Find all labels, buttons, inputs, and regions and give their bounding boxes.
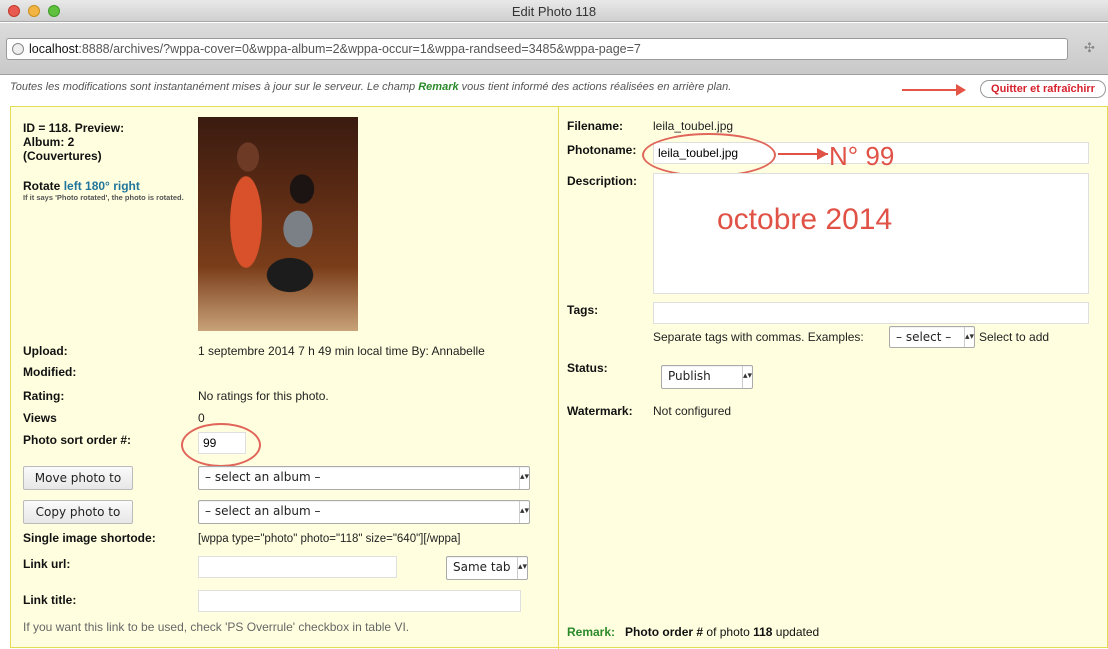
rotate-label: Rotate: [23, 179, 61, 193]
tags-examples-select-value: – select –: [896, 330, 952, 344]
watermark-label: Watermark:: [567, 404, 633, 418]
quit-and-refresh-button[interactable]: Quitter et rafraîchirr: [980, 80, 1106, 98]
notice-remark-highlight: Remark: [418, 81, 459, 93]
url-host: localhost: [29, 42, 79, 56]
rotate-180-link[interactable]: 180°: [85, 179, 110, 193]
filename-value: leila_toubel.jpg: [653, 119, 734, 133]
url-path: :8888/archives/?wppa-cover=0&wppa-album=…: [78, 42, 641, 56]
upload-value: 1 septembre 2014 7 h 49 min local time B…: [198, 344, 485, 358]
chevron-down-icon: ▴▾: [742, 366, 752, 388]
rotate-row: Rotate left 180° right: [23, 179, 140, 193]
rating-value: No ratings for this photo.: [198, 389, 329, 403]
annotation-arrow-head: [817, 148, 828, 160]
browser-toolbar: localhost:8888/archives/?wppa-cover=0&wp…: [0, 23, 1108, 75]
link-url-input[interactable]: [198, 556, 397, 578]
rating-label: Rating:: [23, 389, 65, 403]
description-label: Description:: [567, 174, 638, 188]
link-overrule-note: If you want this link to be used, check …: [23, 620, 410, 634]
tags-examples-select[interactable]: – select – ▴▾: [889, 326, 975, 348]
window-title: Edit Photo 118: [511, 4, 597, 19]
status-label: Status:: [567, 361, 608, 375]
chevron-down-icon: ▴▾: [964, 327, 974, 347]
address-bar[interactable]: localhost:8888/archives/?wppa-cover=0&wp…: [6, 38, 1068, 60]
notice-text-before: Toutes les modifications sont instantané…: [10, 81, 419, 93]
move-photo-button[interactable]: Move photo to: [23, 466, 133, 490]
remark-photo-number: 118: [753, 625, 773, 639]
tags-hint: Separate tags with commas. Examples:: [653, 330, 864, 344]
tags-select-hint: Select to add: [979, 330, 1050, 344]
annotation-arrow-head: [956, 84, 966, 96]
rotate-note: If it says 'Photo rotated', the photo is…: [23, 193, 184, 202]
annotation-number: N° 99: [829, 141, 895, 171]
notice-text-after: vous tient informé des actions réalisées…: [458, 81, 732, 93]
copy-album-select-value: – select an album –: [205, 504, 321, 518]
link-target-value: Same tab: [453, 560, 511, 574]
remark-end-text: updated: [772, 625, 820, 639]
album-label: Album: 2: [23, 135, 75, 149]
chevron-down-icon: ▴▾: [517, 557, 527, 579]
watermark-value: Not configured: [653, 404, 732, 418]
remark-mid-text: of photo: [703, 625, 754, 639]
chevron-down-icon: ▴▾: [519, 467, 529, 489]
rotate-right-link[interactable]: right: [113, 179, 140, 193]
photo-id-label: ID = 118. Preview:: [23, 121, 125, 135]
link-url-label: Link url:: [23, 557, 71, 571]
globe-icon: [12, 43, 24, 55]
annotation-date: octobre 2014: [717, 203, 893, 236]
remark-label: Remark:: [567, 625, 616, 639]
tags-input[interactable]: [653, 302, 1089, 324]
column-divider: [558, 107, 559, 649]
annotation-circle-photoname: [642, 133, 776, 177]
photo-preview: [198, 117, 358, 331]
info-notice: Toutes les modifications sont instantané…: [10, 81, 890, 93]
chevron-down-icon: ▴▾: [519, 501, 529, 523]
status-select-value: Publish: [668, 369, 711, 383]
album-name: (Couvertures): [23, 149, 102, 163]
photoname-label: Photoname:: [567, 143, 637, 157]
annotation-circle-sort: [181, 423, 261, 467]
shortcode-value: [wppa type="photo" photo="118" size="640…: [198, 533, 461, 545]
window-titlebar: Edit Photo 118: [0, 0, 1108, 22]
link-title-input[interactable]: [198, 590, 521, 612]
shortcode-label: Single image shortode:: [23, 531, 156, 545]
tags-label: Tags:: [567, 303, 599, 317]
remark-bold-text: Photo order #: [625, 625, 704, 639]
views-label: Views: [23, 411, 57, 425]
annotation-arrow-line: [902, 89, 958, 91]
sort-order-label: Photo sort order #:: [23, 433, 132, 447]
link-title-label: Link title:: [23, 593, 77, 607]
views-value: 0: [198, 411, 205, 425]
move-album-select-value: – select an album –: [205, 470, 321, 484]
remark-row: Remark: Photo order # of photo 118 updat…: [567, 625, 819, 639]
link-target-select[interactable]: Same tab ▴▾: [446, 556, 528, 580]
rotate-left-link[interactable]: left: [64, 179, 82, 193]
copy-photo-button[interactable]: Copy photo to: [23, 500, 133, 524]
filename-label: Filename:: [567, 119, 624, 133]
puzzle-icon[interactable]: ✣: [1084, 40, 1102, 58]
status-select[interactable]: Publish ▴▾: [661, 365, 753, 389]
move-album-select[interactable]: – select an album – ▴▾: [198, 466, 530, 490]
upload-label: Upload:: [23, 344, 68, 358]
modified-label: Modified:: [23, 365, 77, 379]
edit-photo-panel: ID = 118. Preview: Album: 2 (Couvertures…: [10, 106, 1108, 649]
copy-album-select[interactable]: – select an album – ▴▾: [198, 500, 530, 524]
